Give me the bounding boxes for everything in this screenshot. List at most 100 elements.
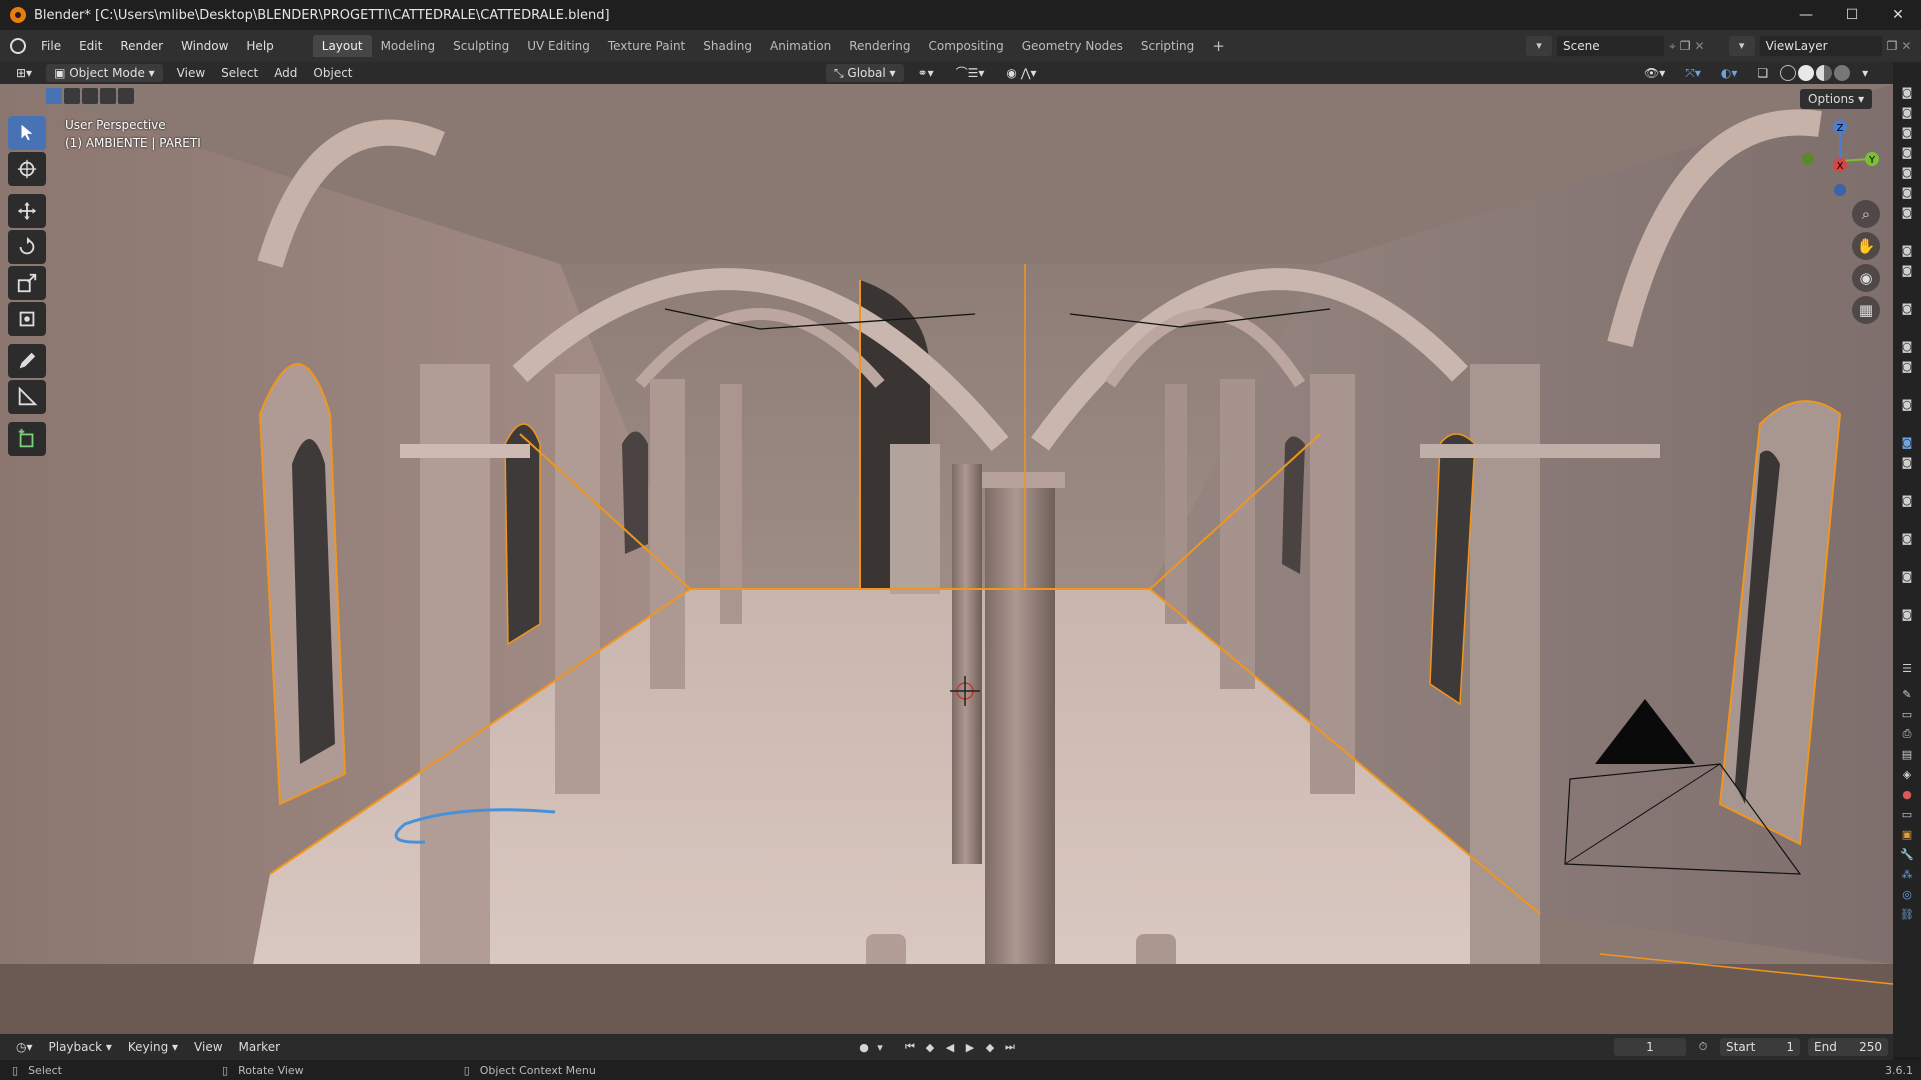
pan-hand-icon[interactable]: ✋ [1852, 232, 1880, 260]
camera-icon[interactable]: ◙ [1893, 528, 1921, 548]
add-workspace-button[interactable]: + [1203, 35, 1234, 57]
camera-icon[interactable]: ◙ [1893, 604, 1921, 624]
select-invert-icon[interactable] [100, 88, 116, 104]
orientation-dropdown[interactable]: ⤡ Global ▾ [826, 64, 904, 82]
camera-icon[interactable]: ◙ [1893, 336, 1921, 356]
play-reverse-icon[interactable]: ◀ [941, 1038, 959, 1056]
menu-edit[interactable]: Edit [70, 35, 111, 57]
camera-icon[interactable]: ◙ [1893, 452, 1921, 472]
scene-browse-icon[interactable]: ▾ [1526, 36, 1552, 56]
visibility-icon[interactable]: 👁▾ [1636, 63, 1673, 83]
rotate-tool[interactable] [8, 230, 46, 264]
zoom-icon[interactable]: ⌕ [1852, 200, 1880, 228]
camera-icon[interactable]: ◙ [1893, 260, 1921, 280]
navigation-gizmo[interactable]: Z Y X [1790, 116, 1890, 206]
select-extend-icon[interactable] [64, 88, 80, 104]
output-properties-icon[interactable]: ⎙ [1893, 724, 1921, 744]
next-keyframe-icon[interactable]: ◆ [981, 1038, 999, 1056]
gizmo-neg-z-axis[interactable] [1834, 184, 1846, 196]
menu-help[interactable]: Help [237, 35, 282, 57]
viewlayer-new-icon[interactable]: ❐ [1887, 39, 1898, 53]
particles-properties-icon[interactable]: ⁂ [1893, 864, 1921, 884]
viewlayer-browse-icon[interactable]: ▾ [1728, 36, 1755, 56]
keying-menu[interactable]: Keying ▾ [120, 1037, 186, 1057]
tab-uv-editing[interactable]: UV Editing [518, 35, 599, 57]
rendered-shading-icon[interactable] [1834, 65, 1851, 81]
cursor-tool[interactable] [8, 152, 46, 186]
render-properties-icon[interactable]: ▭ [1893, 704, 1921, 724]
scene-pin-icon[interactable]: ⌖ [1669, 39, 1676, 54]
constraints-properties-icon[interactable]: ⛓ [1893, 904, 1921, 924]
camera-icon[interactable]: ◙ [1893, 298, 1921, 318]
select-subtract-icon[interactable] [82, 88, 98, 104]
maximize-button[interactable]: ☐ [1829, 0, 1875, 30]
modifier-properties-icon[interactable]: 🔧 [1893, 844, 1921, 864]
tab-layout[interactable]: Layout [312, 35, 372, 57]
viewlayer-remove-icon[interactable]: ✕ [1901, 39, 1911, 53]
select-box-tool[interactable] [8, 116, 46, 150]
start-frame-field[interactable]: Start 1 [1720, 1038, 1800, 1056]
camera-icon[interactable]: ◙ [1893, 432, 1921, 452]
gizmo-neg-y-axis[interactable] [1802, 153, 1814, 165]
scene-remove-icon[interactable]: ✕ [1695, 39, 1705, 53]
select-new-icon[interactable] [46, 88, 62, 104]
camera-icon[interactable]: ◙ [1893, 202, 1921, 222]
menu-select[interactable]: Select [213, 63, 266, 83]
object-properties-icon[interactable]: ▣ [1893, 824, 1921, 844]
menu-add[interactable]: Add [266, 63, 305, 83]
menu-render[interactable]: Render [111, 35, 172, 57]
camera-icon[interactable]: ◙ [1893, 122, 1921, 142]
tab-shading[interactable]: Shading [694, 35, 761, 57]
jump-end-icon[interactable]: ⏭ [1001, 1038, 1019, 1056]
pivot-icon[interactable]: ⚭▾ [910, 63, 942, 83]
tab-modeling[interactable]: Modeling [372, 35, 445, 57]
scene-properties-icon[interactable]: ◈ [1893, 764, 1921, 784]
camera-view-icon[interactable]: ◉ [1852, 264, 1880, 292]
jump-start-icon[interactable]: ⏮ [901, 1038, 919, 1056]
play-icon[interactable]: ▶ [961, 1038, 979, 1056]
current-frame-field[interactable]: 1 [1614, 1038, 1686, 1056]
menu-object[interactable]: Object [305, 63, 360, 83]
menu-window[interactable]: Window [172, 35, 237, 57]
shading-options-icon[interactable]: ▾ [1854, 63, 1876, 83]
ortho-grid-icon[interactable]: ▦ [1852, 296, 1880, 324]
move-tool[interactable] [8, 194, 46, 228]
gizmo-toggle-icon[interactable]: ⤧▾ [1677, 63, 1709, 83]
tab-scripting[interactable]: Scripting [1132, 35, 1203, 57]
camera-icon[interactable]: ◙ [1893, 240, 1921, 260]
tab-rendering[interactable]: Rendering [840, 35, 919, 57]
mode-dropdown[interactable]: ▣ Object Mode ▾ [46, 64, 163, 82]
timeline-editor-icon[interactable]: ◷▾ [8, 1037, 41, 1057]
overlay-toggle-icon[interactable]: ◐▾ [1713, 63, 1746, 83]
camera-icon[interactable]: ◙ [1893, 142, 1921, 162]
material-shading-icon[interactable] [1816, 65, 1833, 81]
properties-editor-icon[interactable]: ☰ [1893, 658, 1921, 678]
camera-icon[interactable]: ◙ [1893, 490, 1921, 510]
measure-tool[interactable] [8, 380, 46, 414]
options-button[interactable]: Options ▾ [1800, 89, 1873, 109]
record-icon[interactable]: ● [855, 1038, 873, 1056]
camera-icon[interactable]: ◙ [1893, 394, 1921, 414]
scene-new-icon[interactable]: ❐ [1680, 39, 1691, 53]
menu-view[interactable]: View [169, 63, 213, 83]
tab-texture-paint[interactable]: Texture Paint [599, 35, 694, 57]
world-properties-icon[interactable]: ● [1893, 784, 1921, 804]
view-layer-properties-icon[interactable]: ▤ [1893, 744, 1921, 764]
scene-field[interactable]: Scene [1556, 35, 1665, 57]
proportional-edit-icon[interactable]: ◉ ⋀▾ [998, 63, 1044, 83]
playback-menu[interactable]: Playback ▾ [41, 1037, 120, 1057]
end-frame-field[interactable]: End 250 [1808, 1038, 1888, 1056]
prev-keyframe-icon[interactable]: ◆ [921, 1038, 939, 1056]
wireframe-shading-icon[interactable] [1780, 65, 1797, 81]
camera-icon[interactable]: ◙ [1893, 102, 1921, 122]
add-cube-tool[interactable] [8, 422, 46, 456]
camera-icon[interactable]: ◙ [1893, 356, 1921, 376]
physics-properties-icon[interactable]: ◎ [1893, 884, 1921, 904]
minimize-button[interactable]: — [1783, 0, 1829, 30]
viewlayer-field[interactable]: ViewLayer [1758, 35, 1883, 57]
timeline-view-menu[interactable]: View [186, 1037, 230, 1057]
blender-menu-icon[interactable] [10, 38, 26, 54]
camera-icon[interactable]: ◙ [1893, 182, 1921, 202]
camera-icon[interactable]: ◙ [1893, 162, 1921, 182]
3d-viewport[interactable] [0, 84, 1893, 1034]
